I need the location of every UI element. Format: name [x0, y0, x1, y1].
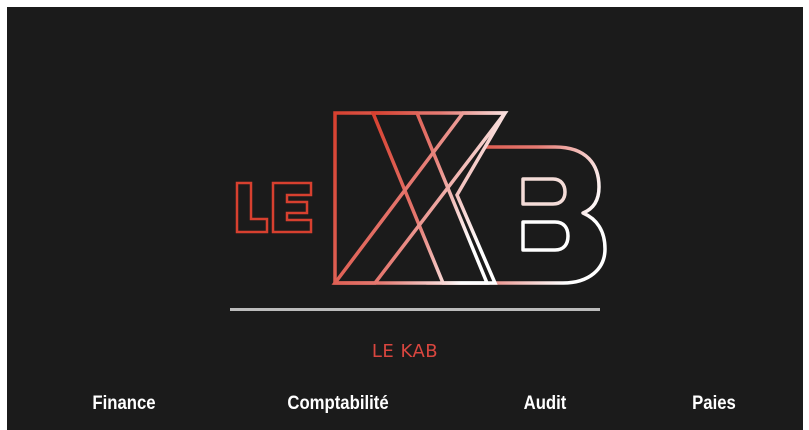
le-kab-logo-graphic [235, 111, 607, 285]
brand-name: LE KAB [371, 341, 439, 362]
le-kab-logo [225, 103, 615, 288]
hero-panel: LE KAB Finance Comptabilité Audit Paies [7, 7, 803, 430]
service-comptabilite[interactable]: Comptabilité [287, 393, 388, 415]
services-nav: Finance Comptabilité Audit Paies [7, 393, 803, 423]
service-paies[interactable]: Paies [692, 393, 736, 415]
service-audit[interactable]: Audit [524, 393, 567, 415]
logo-letter-l [235, 181, 269, 234]
service-finance[interactable]: Finance [92, 393, 155, 415]
logo-letter-e [271, 181, 313, 234]
divider-line [230, 308, 600, 311]
